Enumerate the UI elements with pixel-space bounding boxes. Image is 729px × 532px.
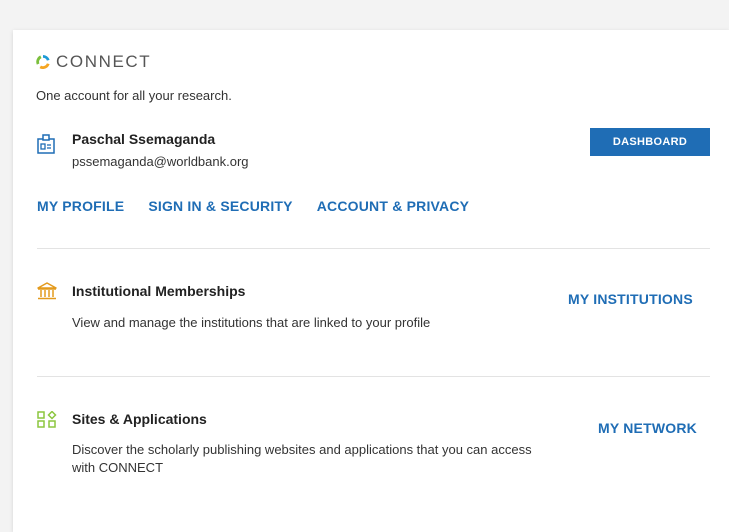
institutional-memberships-description: View and manage the institutions that ar… xyxy=(72,315,431,330)
user-email: pssemaganda@worldbank.org xyxy=(72,154,249,169)
institutional-memberships-title: Institutional Memberships xyxy=(72,283,246,299)
sites-applications-description: Discover the scholarly publishing websit… xyxy=(72,442,532,475)
institution-building-icon xyxy=(37,282,57,300)
account-privacy-link[interactable]: ACCOUNT & PRIVACY xyxy=(317,198,469,214)
divider xyxy=(37,248,710,249)
brand-tagline: One account for all your research. xyxy=(36,88,232,103)
divider xyxy=(37,376,710,377)
connect-logo-icon xyxy=(36,55,50,69)
id-badge-icon xyxy=(37,134,55,154)
apps-grid-icon xyxy=(37,411,57,428)
user-name: Paschal Ssemaganda xyxy=(72,131,216,147)
sites-applications-title: Sites & Applications xyxy=(72,411,207,427)
connect-account-card: CONNECT One account for all your researc… xyxy=(13,30,729,532)
my-institutions-link[interactable]: MY INSTITUTIONS xyxy=(568,291,693,307)
dashboard-button[interactable]: DASHBOARD xyxy=(590,128,710,156)
my-network-link[interactable]: MY NETWORK xyxy=(598,420,697,436)
connect-logo: CONNECT xyxy=(36,52,151,72)
brand-name: CONNECT xyxy=(56,52,152,71)
my-profile-link[interactable]: MY PROFILE xyxy=(37,198,124,214)
account-nav: MY PROFILE SIGN IN & SECURITY ACCOUNT & … xyxy=(37,198,493,214)
sign-in-security-link[interactable]: SIGN IN & SECURITY xyxy=(148,198,292,214)
